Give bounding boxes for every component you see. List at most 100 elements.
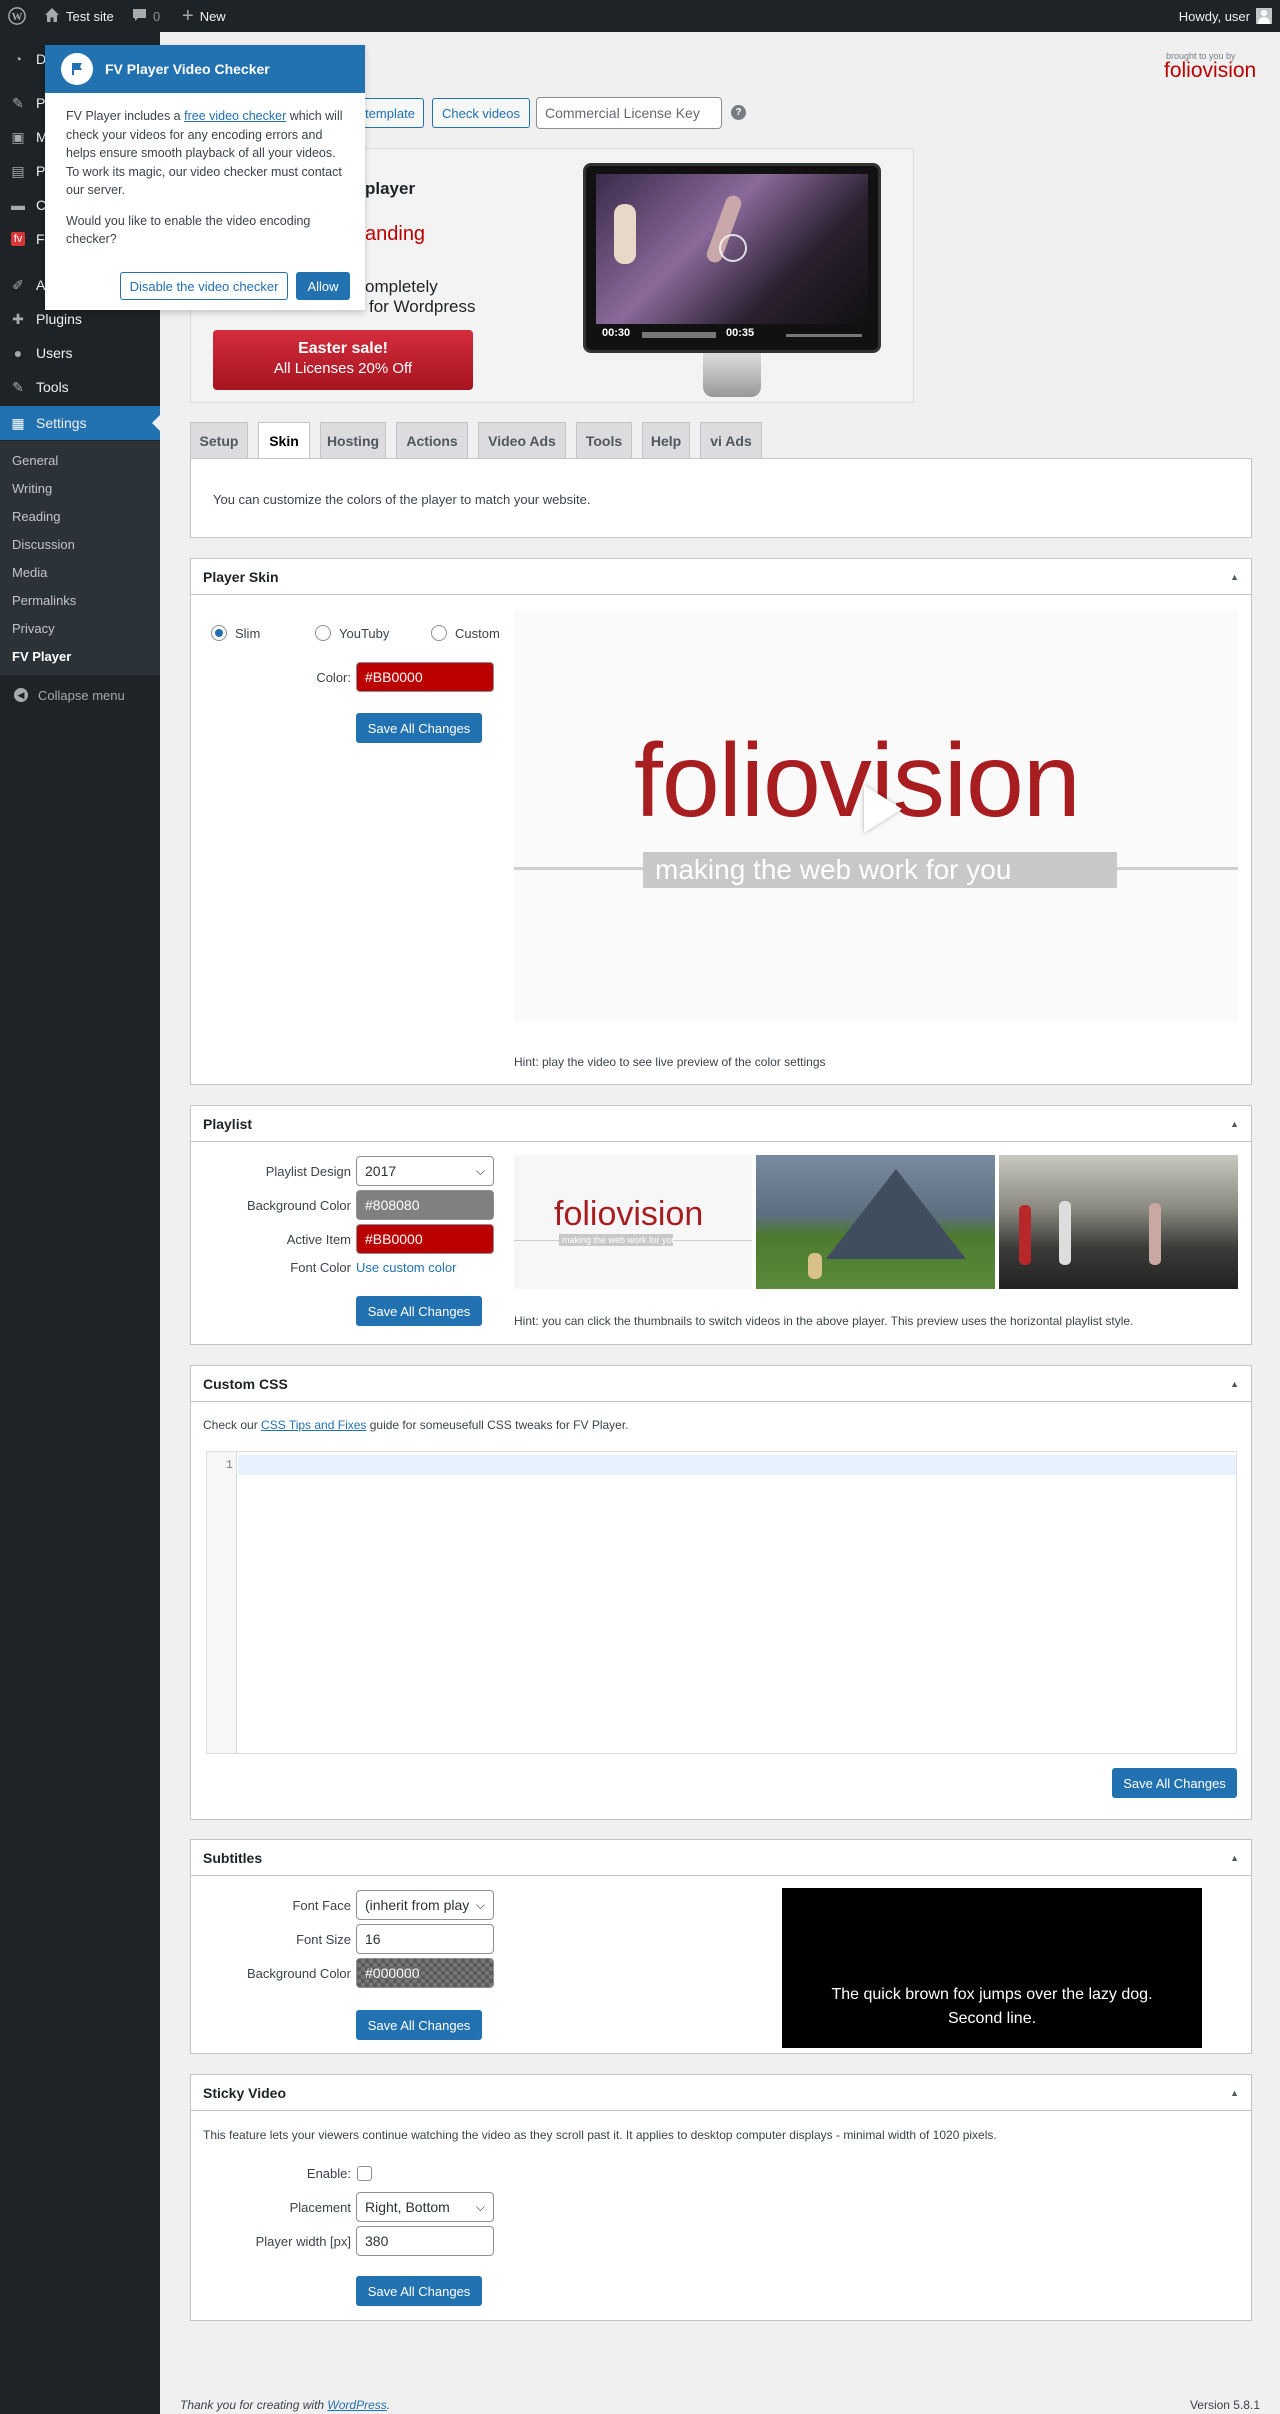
sticky-save-button[interactable]: Save All Changes bbox=[356, 2276, 482, 2306]
license-key-input[interactable]: Commercial License Key bbox=[536, 97, 722, 129]
use-custom-color-link[interactable]: Use custom color bbox=[356, 1260, 456, 1275]
playlist-active-label: Active Item bbox=[286, 1232, 351, 1247]
skin-option-youtuby[interactable]: YouTuby bbox=[315, 625, 389, 641]
wordpress-link[interactable]: WordPress bbox=[327, 2398, 386, 2412]
playlist-bg-input[interactable]: #808080 bbox=[356, 1190, 494, 1220]
tab-skin[interactable]: Skin bbox=[258, 422, 310, 459]
site-name-link[interactable]: Test site bbox=[44, 0, 114, 32]
playlist-design-select[interactable]: 2017 ⌵ bbox=[356, 1156, 494, 1186]
css-tips-link[interactable]: CSS Tips and Fixes bbox=[261, 1418, 366, 1432]
submenu-discussion[interactable]: Discussion bbox=[12, 537, 75, 552]
collapse-arrow-icon[interactable]: ▲ bbox=[1230, 1853, 1239, 1863]
playlist-font-label: Font Color bbox=[290, 1260, 351, 1275]
radio-button[interactable] bbox=[315, 625, 331, 641]
player-width-label: Player width [px] bbox=[255, 2234, 351, 2249]
sticky-enable-checkbox[interactable] bbox=[357, 2166, 372, 2181]
radio-button[interactable] bbox=[431, 625, 447, 641]
tab-video-ads[interactable]: Video Ads bbox=[478, 422, 566, 458]
sale-button[interactable]: Easter sale! All Licenses 20% Off bbox=[213, 330, 473, 390]
collapse-arrow-icon[interactable]: ▲ bbox=[1230, 1379, 1239, 1389]
comments-link[interactable]: 0 bbox=[132, 0, 160, 32]
account-menu[interactable]: Howdy, user bbox=[1179, 0, 1272, 32]
subtitle-bg-label: Background Color bbox=[246, 1966, 351, 1981]
video-checker-popup: FV Player Video Checker FV Player includ… bbox=[45, 45, 365, 310]
playlist-thumb-1[interactable]: foliovision making the web work for you bbox=[514, 1155, 752, 1289]
css-save-button[interactable]: Save All Changes bbox=[1112, 1768, 1237, 1798]
font-face-select[interactable]: (inherit from play ⌵ bbox=[356, 1890, 494, 1920]
pages-icon: ▤ bbox=[11, 162, 25, 179]
wordpress-logo-icon[interactable]: W bbox=[8, 0, 26, 32]
tab-tools[interactable]: Tools bbox=[576, 422, 632, 458]
menu-label: P bbox=[36, 163, 46, 179]
skin-option-custom[interactable]: Custom bbox=[431, 625, 500, 641]
new-content-link[interactable]: + New bbox=[182, 0, 226, 32]
sticky-video-header[interactable]: Sticky Video ▲ bbox=[191, 2075, 1251, 2111]
admin-bar: W Test site 0 + New Howdy, user bbox=[0, 0, 1280, 32]
option-label: Slim bbox=[235, 625, 261, 641]
submenu-general[interactable]: General bbox=[12, 453, 58, 468]
submenu-media[interactable]: Media bbox=[12, 565, 47, 580]
css-editor[interactable]: 1 bbox=[206, 1451, 1237, 1754]
menu-tools[interactable]: ✎ Tools bbox=[0, 370, 160, 404]
menu-label: Tools bbox=[36, 379, 69, 395]
chevron-down-icon: ⌵ bbox=[475, 2199, 485, 2214]
tab-help[interactable]: Help bbox=[642, 422, 690, 458]
disable-checker-button[interactable]: Disable the video checker bbox=[120, 272, 288, 300]
preview-tagline: making the web work for you bbox=[643, 852, 1117, 888]
tab-vi-ads[interactable]: vi Ads bbox=[700, 422, 762, 458]
player-width-input[interactable]: 380 bbox=[356, 2226, 494, 2256]
monitor-illustration: 00:30 00:35 bbox=[583, 163, 881, 353]
popup-title: FV Player Video Checker bbox=[105, 61, 270, 77]
tab-actions[interactable]: Actions bbox=[396, 422, 468, 458]
check-videos-button[interactable]: Check videos bbox=[432, 98, 530, 128]
skin-option-slim[interactable]: Slim bbox=[211, 625, 260, 641]
player-skin-header[interactable]: Player Skin ▲ bbox=[191, 559, 1251, 595]
play-icon[interactable] bbox=[864, 785, 902, 833]
submenu-reading[interactable]: Reading bbox=[12, 509, 60, 524]
help-icon[interactable]: ? bbox=[731, 105, 746, 120]
collapse-arrow-icon[interactable]: ▲ bbox=[1230, 2088, 1239, 2098]
tab-setup[interactable]: Setup bbox=[190, 422, 248, 458]
template-button[interactable]: template bbox=[356, 98, 424, 128]
promo-line-2: anding bbox=[365, 223, 426, 245]
panel-title: Player Skin bbox=[203, 568, 279, 585]
skin-color-input[interactable]: #BB0000 bbox=[356, 662, 494, 692]
collapse-menu-button[interactable]: ◀ Collapse menu bbox=[0, 683, 160, 707]
skin-save-button[interactable]: Save All Changes bbox=[356, 713, 482, 743]
playlist-active-input[interactable]: #BB0000 bbox=[356, 1224, 494, 1254]
submenu-fv-player[interactable]: FV Player bbox=[12, 649, 71, 664]
subtitle-bg-input[interactable]: #000000 bbox=[356, 1958, 494, 1988]
playlist-thumb-3[interactable] bbox=[999, 1155, 1238, 1289]
collapse-arrow-icon[interactable]: ▲ bbox=[1230, 1119, 1239, 1129]
playlist-save-button[interactable]: Save All Changes bbox=[356, 1296, 482, 1326]
subtitles-save-button[interactable]: Save All Changes bbox=[356, 2010, 482, 2040]
collapse-icon: ◀ bbox=[14, 688, 28, 702]
playlist-thumb-2[interactable] bbox=[756, 1155, 995, 1289]
submenu-permalinks[interactable]: Permalinks bbox=[12, 593, 76, 608]
collapse-arrow-icon[interactable]: ▲ bbox=[1230, 572, 1239, 582]
footer-text: Thank you for creating with bbox=[180, 2398, 328, 2412]
dashboard-icon: ◔ bbox=[13, 51, 23, 67]
subtitles-panel: Subtitles ▲ Font Face (inherit from play ⌵… bbox=[190, 1839, 1252, 2054]
menu-settings[interactable]: ▦ Settings bbox=[0, 406, 160, 440]
thumb-tagline: making the web work for you bbox=[559, 1234, 673, 1246]
desc-text: Check our bbox=[203, 1418, 262, 1432]
panel-title: Playlist bbox=[203, 1115, 253, 1132]
free-video-checker-link[interactable]: free video checker bbox=[184, 109, 286, 123]
tab-hosting[interactable]: Hosting bbox=[320, 422, 386, 458]
subtitle-line-2: Second line. bbox=[947, 2010, 1037, 2027]
custom-css-header[interactable]: Custom CSS ▲ bbox=[191, 1366, 1251, 1402]
font-size-input[interactable]: 16 bbox=[356, 1924, 494, 1954]
menu-users[interactable]: ● Users bbox=[0, 336, 160, 370]
submenu-privacy[interactable]: Privacy bbox=[12, 621, 55, 636]
panel-title: Custom CSS bbox=[203, 1375, 288, 1392]
sticky-video-panel: Sticky Video ▲ This feature lets your vie… bbox=[190, 2074, 1252, 2321]
player-preview[interactable]: foliovision making the web work for you bbox=[514, 611, 1238, 1021]
placement-select[interactable]: Right, Bottom ⌵ bbox=[356, 2192, 494, 2222]
allow-button[interactable]: Allow bbox=[296, 272, 350, 300]
playlist-header[interactable]: Playlist ▲ bbox=[191, 1106, 1251, 1142]
radio-button[interactable] bbox=[211, 625, 227, 641]
submenu-writing[interactable]: Writing bbox=[12, 481, 52, 496]
subtitles-header[interactable]: Subtitles ▲ bbox=[191, 1840, 1251, 1876]
option-label: Custom bbox=[455, 625, 500, 641]
